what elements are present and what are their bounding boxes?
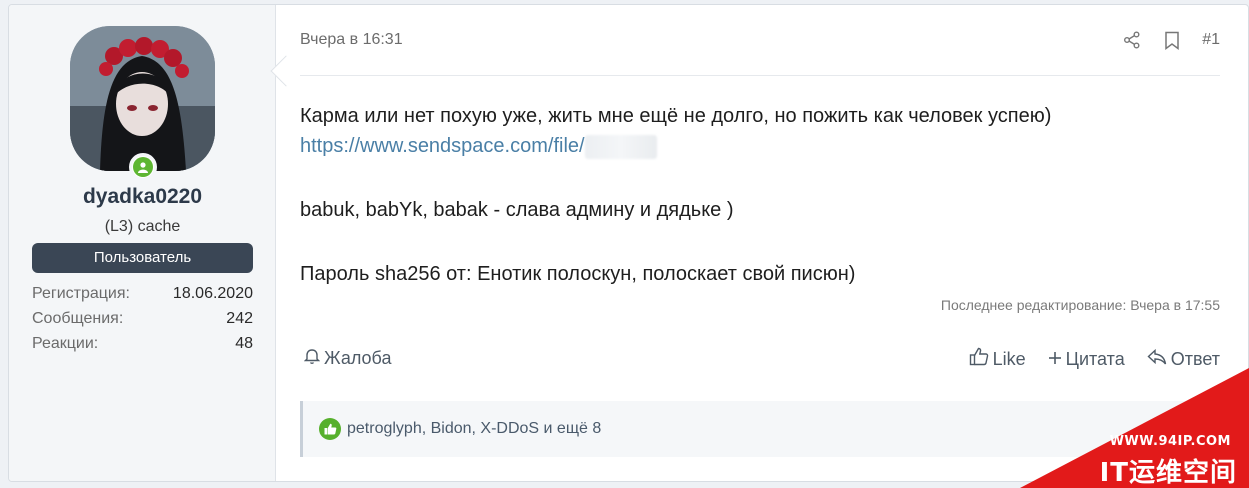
- message-line: Пароль sha256 от: Енотик полоскун, полос…: [300, 263, 856, 285]
- header-actions: #1: [1122, 29, 1220, 51]
- message-link-line: https://www.sendspace.com/file/: [300, 131, 1220, 161]
- report-label: Жалоба: [324, 348, 392, 368]
- like-button[interactable]: Like: [969, 347, 1026, 371]
- stat-label: Реакции:: [32, 335, 99, 352]
- like-reaction-icon: [319, 418, 341, 440]
- plus-icon: [1048, 349, 1062, 370]
- reply-label: Ответ: [1170, 348, 1220, 369]
- avatar[interactable]: [70, 26, 215, 171]
- stat-registration: Регистрация: 18.06.2020: [32, 281, 253, 306]
- stat-value: 242: [226, 310, 253, 327]
- quote-label: Цитата: [1065, 348, 1125, 369]
- stat-label: Регистрация:: [32, 285, 130, 302]
- bookmark-icon[interactable]: [1162, 29, 1182, 51]
- post-number-link[interactable]: #1: [1202, 31, 1220, 49]
- header-divider: [300, 75, 1220, 76]
- reply-button[interactable]: Ответ: [1147, 348, 1220, 370]
- sendspace-link[interactable]: https://www.sendspace.com/file/: [300, 135, 585, 157]
- like-label: Like: [992, 348, 1026, 369]
- online-status-icon: [129, 153, 157, 181]
- watermark: WWW.94IP.COM IT运维空间: [1020, 368, 1249, 488]
- redacted-blur: [584, 134, 657, 159]
- post-date[interactable]: Вчера в 16:31: [300, 31, 403, 49]
- message-line: Карма или нет похую уже, жить мне ещё не…: [300, 105, 1052, 127]
- reply-icon: [1147, 348, 1167, 370]
- bell-icon: [303, 347, 321, 370]
- username-link[interactable]: dyadka0220: [9, 185, 276, 209]
- stat-value: 48: [235, 335, 253, 352]
- message-header: Вчера в 16:31 #1: [300, 29, 1220, 53]
- message-body: Карма или нет похую уже, жить мне ещё не…: [300, 101, 1220, 289]
- stat-value: 18.06.2020: [172, 285, 253, 302]
- watermark-url: WWW.94IP.COM: [1109, 434, 1231, 449]
- watermark-name: IT运维空间: [1099, 458, 1237, 488]
- quote-button[interactable]: Цитата: [1048, 349, 1125, 370]
- user-sidebar: dyadka0220 (L3) cache Пользователь Регис…: [9, 5, 276, 481]
- reactions-users[interactable]: petroglyph, Bidon, X-DDoS и ещё 8: [347, 420, 601, 438]
- user-title: (L3) cache: [104, 218, 181, 235]
- stat-reactions: Реакции: 48: [32, 331, 253, 356]
- role-badge: Пользователь: [32, 243, 253, 273]
- last-edited-note: Последнее редактирование: Вчера в 17:55: [940, 297, 1220, 313]
- report-button[interactable]: Жалоба: [303, 347, 392, 370]
- thumbs-up-icon: [969, 347, 989, 371]
- stat-messages: Сообщения: 242: [32, 306, 253, 331]
- user-stats: Регистрация: 18.06.2020 Сообщения: 242 Р…: [32, 281, 253, 356]
- share-icon[interactable]: [1122, 29, 1142, 51]
- message-line: babuk, babYk, babak - слава админу и дяд…: [300, 199, 734, 221]
- stat-label: Сообщения:: [32, 310, 124, 327]
